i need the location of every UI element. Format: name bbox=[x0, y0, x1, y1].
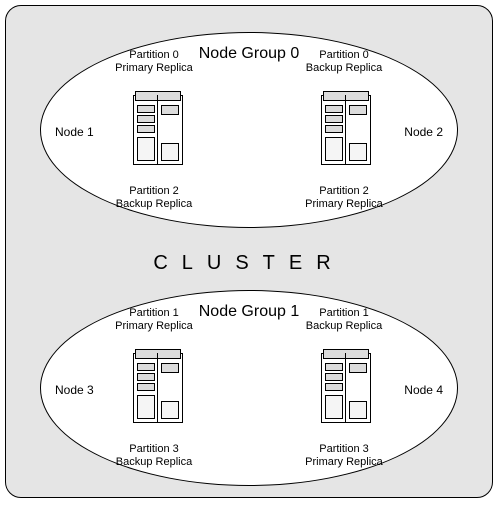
partition-id: Partition 0 bbox=[129, 49, 179, 61]
partition-label-bottom-right: Partition 3 Primary Replica bbox=[289, 443, 399, 469]
partition-id: Partition 1 bbox=[129, 307, 179, 319]
node-label-left: Node 3 bbox=[55, 383, 94, 397]
partition-id: Partition 3 bbox=[129, 443, 179, 455]
partition-label-top-right: Partition 0 Backup Replica bbox=[289, 49, 399, 75]
partition-id: Partition 2 bbox=[129, 185, 179, 197]
node-label-right: Node 4 bbox=[404, 383, 443, 397]
replica-role: Primary Replica bbox=[115, 320, 193, 332]
server-icon bbox=[133, 91, 183, 171]
server-icon bbox=[321, 91, 371, 171]
partition-label-bottom-right: Partition 2 Primary Replica bbox=[289, 185, 399, 211]
replica-role: Backup Replica bbox=[116, 198, 192, 210]
partition-label-top-right: Partition 1 Backup Replica bbox=[289, 307, 399, 333]
replica-role: Backup Replica bbox=[116, 456, 192, 468]
cluster-label: CLUSTER bbox=[6, 252, 492, 275]
partition-label-bottom-left: Partition 2 Backup Replica bbox=[99, 185, 209, 211]
replica-role: Primary Replica bbox=[305, 198, 383, 210]
replica-role: Primary Replica bbox=[115, 62, 193, 74]
replica-role: Primary Replica bbox=[305, 456, 383, 468]
cluster-frame: Node Group 0 Partition 0 Primary Replica… bbox=[5, 5, 493, 498]
partition-label-bottom-left: Partition 3 Backup Replica bbox=[99, 443, 209, 469]
partition-id: Partition 1 bbox=[319, 307, 369, 319]
node-group-0: Node Group 0 Partition 0 Primary Replica… bbox=[40, 32, 458, 228]
partition-id: Partition 0 bbox=[319, 49, 369, 61]
server-icon bbox=[321, 349, 371, 429]
server-icon bbox=[133, 349, 183, 429]
node-group-1: Node Group 1 Partition 1 Primary Replica… bbox=[40, 290, 458, 486]
partition-id: Partition 2 bbox=[319, 185, 369, 197]
replica-role: Backup Replica bbox=[306, 320, 382, 332]
partition-label-top-left: Partition 1 Primary Replica bbox=[99, 307, 209, 333]
partition-label-top-left: Partition 0 Primary Replica bbox=[99, 49, 209, 75]
partition-id: Partition 3 bbox=[319, 443, 369, 455]
replica-role: Backup Replica bbox=[306, 62, 382, 74]
node-label-left: Node 1 bbox=[55, 125, 94, 139]
node-label-right: Node 2 bbox=[404, 125, 443, 139]
